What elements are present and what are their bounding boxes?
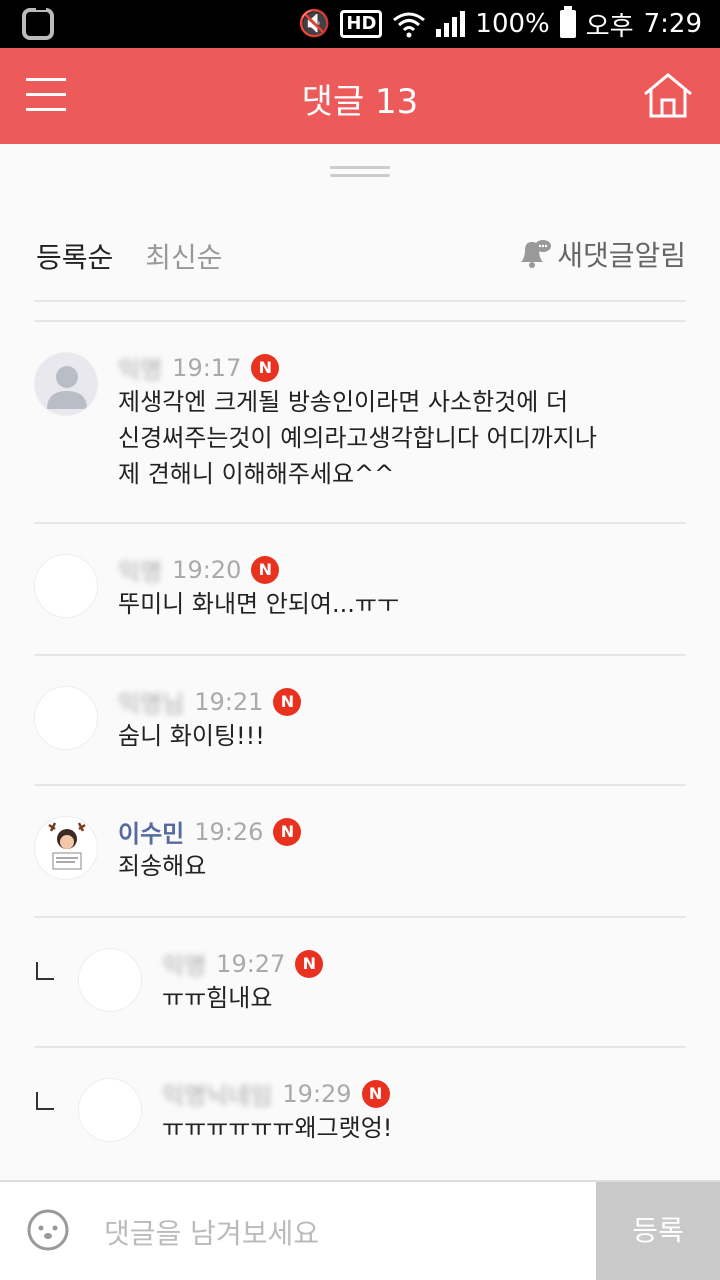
- new-badge: N: [273, 687, 302, 716]
- comment-time: 19:26: [194, 817, 264, 846]
- comment-author[interactable]: 익명: [162, 946, 206, 981]
- reply-indicator-icon: [36, 1092, 54, 1110]
- comment-time: 19:20: [172, 555, 242, 584]
- comment-line: 제 견해니 이해해주세요^^: [118, 460, 395, 488]
- tab-registered-order[interactable]: 등록순: [36, 236, 113, 276]
- status-bar: 🔇 HD 100% 오후 7:29: [0, 0, 720, 48]
- comment-author[interactable]: 이수민: [118, 814, 184, 849]
- comment-time: 19:27: [216, 949, 286, 978]
- comment-input[interactable]: 댓글을 남겨보세요: [104, 1212, 319, 1252]
- comment-text: 죄송해요: [118, 848, 206, 884]
- avatar[interactable]: [34, 352, 98, 416]
- new-badge: N: [251, 353, 280, 382]
- comment-line: 숨니 화이팅!!!: [118, 722, 265, 750]
- notify-label: 새댓글알림: [557, 239, 686, 272]
- comment-item: 익명 19:20 N 뚜미니 화내면 안되여...ㅠㅜ: [34, 524, 686, 656]
- hd-voice-icon: HD: [340, 10, 383, 38]
- comment-line: 뚜미니 화내면 안되여...ㅠㅜ: [118, 590, 400, 618]
- comment-line: 신경써주는것이 예의라고생각합니다 어디까지나: [118, 424, 597, 452]
- drag-handle[interactable]: [330, 166, 390, 178]
- new-badge: N: [273, 817, 302, 846]
- avatar[interactable]: [34, 686, 98, 750]
- submit-button[interactable]: 등록: [596, 1182, 720, 1280]
- status-ampm: 오후: [585, 11, 634, 42]
- default-user-icon: [47, 366, 87, 409]
- comment-line: 죄송해요: [118, 852, 207, 880]
- comment-input-bar: 댓글을 남겨보세요 등록: [0, 1180, 720, 1280]
- profile-photo: [48, 822, 86, 870]
- comment-meta: 익명 19:17 N: [118, 350, 280, 385]
- comment-text: 숨니 화이팅!!!: [118, 718, 265, 754]
- new-badge: N: [361, 1079, 390, 1108]
- comment-author[interactable]: 익명님: [118, 684, 184, 719]
- mute-icon: 🔇: [298, 9, 331, 39]
- comment-meta: 익명닉네임 19:29 N: [162, 1076, 390, 1111]
- comment-meta: 익명님 19:21 N: [118, 684, 302, 719]
- comment-text: 뚜미니 화내면 안되여...ㅠㅜ: [118, 586, 399, 622]
- page-title: 댓글 13: [301, 82, 419, 122]
- comment-time: 19:21: [194, 687, 264, 716]
- battery-icon: [559, 6, 576, 38]
- comment-meta: 이수민 19:26 N: [118, 814, 302, 849]
- status-icons: 🔇 HD 100% 오후 7:29: [298, 6, 702, 42]
- comment-text: ㅠㅠㅠㅠㅠㅠ왜그랫엉!: [162, 1110, 392, 1146]
- comment-sheet: 등록순 최신순 새댓글알림 익명 19:17 N 제생각엔 크게될 방송인이라면…: [0, 144, 720, 1180]
- avatar[interactable]: [78, 948, 142, 1012]
- comment-author[interactable]: 익명: [118, 350, 162, 385]
- comment-time: 19:17: [172, 353, 242, 382]
- comment-author[interactable]: 익명닉네임: [162, 1076, 272, 1111]
- divider: [34, 300, 686, 302]
- app-notification-icon: [22, 4, 54, 40]
- comment-item: 익명 19:17 N 제생각엔 크게될 방송인이라면 사소한것에 더 신경써주는…: [34, 322, 686, 524]
- comment-time: 19:29: [282, 1079, 352, 1108]
- status-time: 7:29: [643, 9, 702, 39]
- reply-indicator-icon: [36, 962, 54, 980]
- comment-line: ㅠㅠㅠㅠㅠㅠ왜그랫엉!: [162, 1114, 393, 1142]
- new-comment-notify-toggle[interactable]: 새댓글알림: [517, 234, 686, 274]
- signal-icon: [436, 11, 466, 37]
- new-badge: N: [251, 555, 280, 584]
- comment-meta: 익명 19:27 N: [162, 946, 324, 981]
- comment-item: 익명 19:27 N ㅠㅠ힘내요: [34, 918, 686, 1048]
- comment-line: ㅠㅠ힘내요: [162, 984, 273, 1012]
- comment-item: 익명닉네임 19:29 N ㅠㅠㅠㅠㅠㅠ왜그랫엉!: [34, 1048, 686, 1180]
- avatar[interactable]: [78, 1078, 142, 1142]
- comment-text: 제생각엔 크게될 방송인이라면 사소한것에 더 신경써주는것이 예의라고생각합니…: [118, 384, 597, 492]
- comment-item: 익명님 19:21 N 숨니 화이팅!!!: [34, 656, 686, 786]
- battery-percent: 100%: [475, 9, 550, 39]
- sort-tabs: 등록순 최신순: [36, 236, 223, 276]
- bell-icon: [521, 240, 552, 268]
- app-header: 댓글 13: [0, 48, 720, 144]
- tab-latest-order[interactable]: 최신순: [145, 236, 222, 276]
- new-badge: N: [295, 949, 324, 978]
- comment-text: ㅠㅠ힘내요: [162, 980, 272, 1016]
- comment-line: 제생각엔 크게될 방송인이라면 사소한것에 더: [118, 388, 569, 416]
- comment-author[interactable]: 익명: [118, 552, 162, 587]
- comment-item: 이수민 19:26 N 죄송해요: [34, 786, 686, 918]
- wifi-icon: [393, 12, 426, 38]
- avatar[interactable]: [34, 816, 98, 880]
- avatar[interactable]: [34, 554, 98, 618]
- home-icon[interactable]: [642, 72, 694, 118]
- comment-meta: 익명 19:20 N: [118, 552, 280, 587]
- emoticon-icon[interactable]: [26, 1208, 70, 1252]
